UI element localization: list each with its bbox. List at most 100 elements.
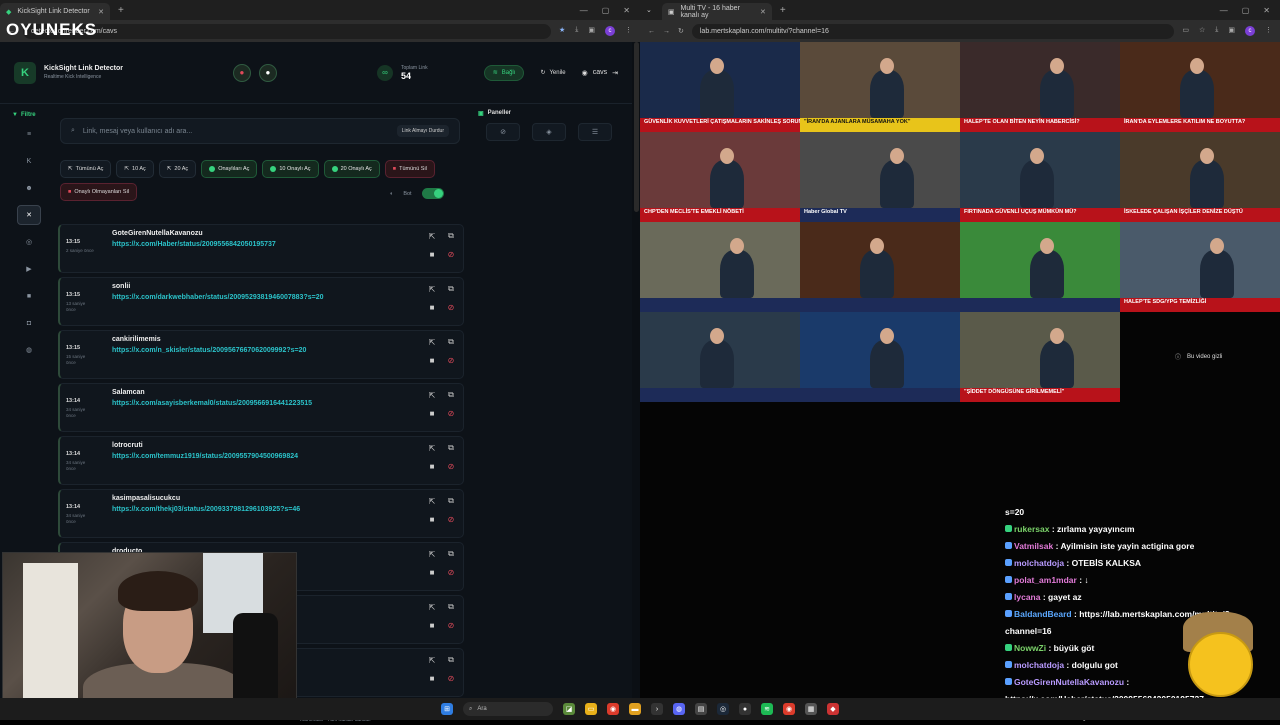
chip-open-20-approved[interactable]: 20 Onaylı Aç (323, 160, 380, 178)
stop-links-button[interactable]: Link Almayı Durdur (396, 125, 449, 137)
delete-icon[interactable]: ■ (427, 567, 437, 577)
copy-icon[interactable]: ⧉ (446, 337, 456, 347)
reload-icon[interactable]: ↻ (678, 27, 684, 35)
extensions-icon[interactable]: ▣ (1228, 26, 1235, 36)
panel-block-button[interactable]: ⊘ (486, 123, 520, 141)
row-link[interactable]: https://x.com/Haber/status/2009556842050… (112, 241, 276, 248)
chat-username[interactable]: molchatdoja (1014, 558, 1064, 568)
app-icon-3[interactable]: ◆ (827, 703, 839, 715)
open-link-icon[interactable]: ⇱ (427, 602, 437, 612)
download-icon[interactable]: ⤓ (1215, 26, 1218, 36)
filter-user-icon[interactable]: ☻ (17, 178, 41, 198)
close-window-icon[interactable]: ✕ (623, 6, 630, 15)
forward-icon[interactable]: → (663, 28, 670, 35)
menu-dots-icon[interactable]: ⋮ (625, 26, 632, 36)
row-link[interactable]: https://x.com/n_skisler/status/200956766… (112, 347, 306, 354)
chat-username[interactable]: NowwZi (1014, 643, 1046, 653)
chat-username[interactable]: molchatdoja (1014, 660, 1064, 670)
open-link-icon[interactable]: ⇱ (427, 496, 437, 506)
filter-globe-icon[interactable]: ◍ (17, 340, 41, 360)
block-icon[interactable]: ⊘ (446, 302, 456, 312)
taskbar-search[interactable]: ⌕ Ara (463, 702, 553, 716)
left-url-field[interactable]: detector.onrender.com/cavs (23, 23, 551, 39)
user-menu[interactable]: ◉ cavs ⇥ (582, 69, 618, 77)
maximize-icon[interactable]: ▢ (602, 6, 610, 15)
widgets-icon[interactable]: ◪ (563, 703, 575, 715)
delete-icon[interactable]: ■ (427, 408, 437, 418)
panel-list-button[interactable]: ☰ (578, 123, 612, 141)
profile-avatar[interactable]: c (1245, 26, 1255, 36)
delete-icon[interactable]: ■ (427, 461, 437, 471)
row-link[interactable]: https://x.com/darkwebhaber/status/200952… (112, 294, 323, 301)
status-leaf-icon[interactable]: ● (258, 63, 277, 82)
steam-icon[interactable]: ◎ (717, 703, 729, 715)
open-link-icon[interactable]: ⇱ (427, 443, 437, 453)
folder-icon[interactable]: ▬ (629, 703, 641, 715)
tv-channel-cell[interactable]: HALEP'TE SDG/YPG TEMİZLİĞİ (1120, 222, 1280, 312)
table-row[interactable]: 13:15 15 saniye önce cankirilimemis https:/… (58, 330, 464, 379)
spotify-icon[interactable]: ≋ (761, 703, 773, 715)
tv-channel-cell[interactable] (640, 312, 800, 402)
tv-channel-cell[interactable]: Haber Global TV (800, 132, 960, 222)
menu-dots-icon[interactable]: ⋮ (1265, 26, 1272, 36)
filter-camera-icon[interactable]: ◘ (17, 313, 41, 333)
close-tab-icon[interactable]: ✕ (98, 8, 104, 16)
close-window-icon[interactable]: ✕ (1263, 6, 1270, 15)
chip-open-10[interactable]: ⇱ 10 Aç (116, 160, 154, 178)
maximize-icon[interactable]: ▢ (1242, 6, 1250, 15)
connected-button[interactable]: ≋ Bağlı (483, 64, 525, 81)
tv-channel-cell[interactable] (960, 222, 1120, 312)
left-scrollbar[interactable] (634, 42, 639, 212)
star-icon[interactable]: ★ (559, 26, 565, 36)
row-link[interactable]: https://x.com/thekj03/status/20093379812… (112, 506, 300, 513)
table-row[interactable]: 13:14 34 saniye önce Salamcan https://x.com… (58, 383, 464, 432)
logout-icon[interactable]: ⇥ (612, 69, 618, 77)
tv-channel-cell[interactable] (640, 222, 800, 312)
tv-channel-cell[interactable]: GÜVENLİK KUVVETLERİ ÇATIŞMALARIN SAKİNLE… (640, 42, 800, 132)
discord-icon[interactable]: ◍ (673, 703, 685, 715)
tv-channel-cell[interactable]: HALEP'TE OLAN BİTEN NEYİN HABERCİSİ? (960, 42, 1120, 132)
copy-icon[interactable]: ⧉ (446, 602, 456, 612)
tab-list-icon[interactable]: ⌄ (646, 6, 652, 14)
profile-avatar[interactable]: c (605, 26, 615, 36)
filter-all-icon[interactable]: ≡ (17, 124, 41, 144)
delete-icon[interactable]: ■ (427, 620, 437, 630)
copy-icon[interactable]: ⧉ (446, 655, 456, 665)
filter-video-icon[interactable]: ■ (17, 286, 41, 306)
row-link[interactable]: https://x.com/asayisberkemal0/status/200… (112, 400, 312, 407)
app-icon-2[interactable]: ▦ (805, 703, 817, 715)
tv-channel-cell[interactable]: CHP'DEN MECLİS'TE EMEKLİ NÖBETİ (640, 132, 800, 222)
status-globe-icon[interactable]: ● (232, 63, 251, 82)
block-icon[interactable]: ⊘ (446, 408, 456, 418)
download-icon[interactable]: ⤓ (575, 26, 578, 36)
chat-username[interactable]: polat_am1mdar (1014, 575, 1077, 585)
chat-username[interactable]: BaldandBeard (1014, 609, 1072, 619)
copy-icon[interactable]: ⧉ (446, 549, 456, 559)
chip-open-20[interactable]: ⇱ 20 Aç (158, 160, 197, 178)
cast-icon[interactable]: ▭ (1182, 26, 1189, 36)
copy-icon[interactable]: ⧉ (446, 284, 456, 294)
copy-icon[interactable]: ⧉ (446, 496, 456, 506)
block-icon[interactable]: ⊘ (446, 461, 456, 471)
star-icon[interactable]: ☆ (1199, 26, 1205, 36)
chip-open-approved[interactable]: Onaylıları Aç (201, 160, 258, 178)
table-row[interactable]: 13:14 34 saniye önce lotrocruti https://x.c… (58, 436, 464, 485)
terminal-icon[interactable]: › (651, 703, 663, 715)
chat-username[interactable]: lycana (1014, 592, 1040, 602)
tv-channel-cell[interactable] (800, 222, 960, 312)
minimize-icon[interactable]: — (580, 6, 588, 15)
chat-username[interactable]: rukersax (1014, 524, 1049, 534)
new-tab-button[interactable]: + (780, 5, 786, 16)
delete-icon[interactable]: ■ (427, 514, 437, 524)
search-bar[interactable]: ⌕ Link, mesaj veya kullanıcı adı ara... … (60, 118, 460, 144)
chat-username[interactable]: Vatmilsak (1014, 541, 1053, 551)
table-row[interactable]: 13:15 2 saniye önce GoteGirenNutellaKavano… (58, 224, 464, 273)
chip-delete-unapproved[interactable]: ■ Onaylı Olmayanları Sil (60, 183, 138, 201)
open-link-icon[interactable]: ⇱ (427, 655, 437, 665)
bot-toggle[interactable] (421, 188, 444, 199)
explorer-icon[interactable]: ▭ (585, 703, 597, 715)
open-link-icon[interactable]: ⇱ (427, 549, 437, 559)
chrome-icon-2[interactable]: ◉ (783, 703, 795, 715)
tv-channel-cell[interactable] (800, 312, 960, 402)
left-active-tab[interactable]: ◆ KickSight Link Detector ✕ (0, 3, 110, 20)
